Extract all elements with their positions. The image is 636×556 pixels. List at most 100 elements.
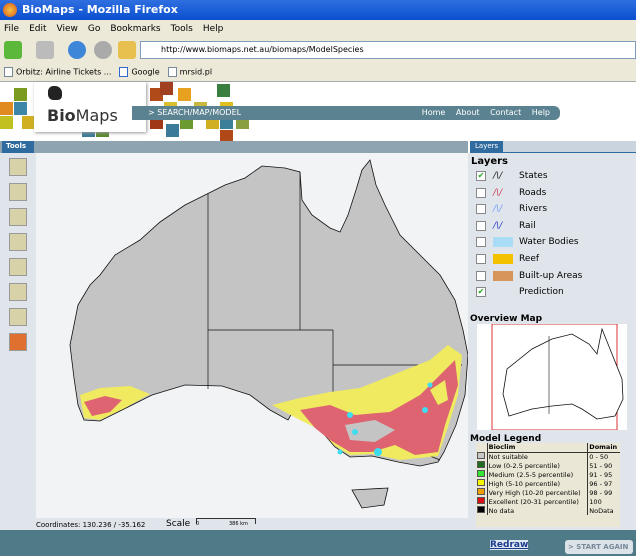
legend-domain: 98 - 99 — [587, 488, 620, 497]
tab-layers[interactable]: Layers — [470, 141, 504, 152]
scale-label: Scale — [166, 519, 191, 529]
overview-heading: Overview Map — [470, 314, 543, 324]
stop-icon[interactable] — [94, 41, 112, 59]
legend-row: Low (0-2.5 percentile) 51 - 90 — [476, 461, 620, 470]
legend-domain: 51 - 90 — [587, 461, 620, 470]
line-symbol-icon: /\/ — [493, 187, 503, 198]
line-symbol-icon: /\/ — [493, 171, 503, 181]
menu-tools[interactable]: Tools — [171, 24, 193, 34]
menu-bookmarks[interactable]: Bookmarks — [110, 24, 160, 34]
query-icon[interactable] — [9, 258, 27, 276]
layer-checkbox[interactable]: ✔ — [476, 287, 486, 298]
legend-swatch — [477, 452, 485, 459]
layers-heading: Layers — [471, 156, 508, 167]
legend-row: Medium (2.5-5 percentile) 91 - 95 — [476, 470, 620, 479]
legend-swatch — [477, 488, 485, 495]
nav-contact[interactable]: Contact — [490, 108, 521, 117]
section-label: > SEARCH/MAP/MODEL — [148, 108, 242, 117]
scale-max: 386 km — [229, 521, 248, 527]
bookmark-label: mrsid.pl — [179, 67, 213, 77]
legend-row: Very High (10-20 percentile) 98 - 99 — [476, 488, 620, 497]
layer-checkbox[interactable] — [476, 187, 486, 198]
bookmark-google[interactable]: Google — [119, 67, 160, 77]
redraw-link[interactable]: Redraw — [490, 540, 529, 550]
fill-symbol-icon — [493, 270, 513, 281]
layer-item[interactable]: /\/ Rail — [476, 220, 536, 231]
legend-label: Medium (2.5-5 percentile) — [486, 470, 588, 479]
layer-item[interactable]: Reef — [476, 254, 539, 264]
identify-icon[interactable] — [9, 233, 27, 251]
menu-help[interactable]: Help — [203, 24, 224, 34]
legend-swatch — [477, 470, 485, 477]
map-status-bar: Coordinates: 130.236 / -35.162 Scale 0 3… — [36, 518, 468, 530]
legend-domain: 91 - 95 — [587, 470, 620, 479]
layer-item[interactable]: Water Bodies — [476, 237, 579, 248]
zoom-out-icon[interactable] — [9, 183, 27, 201]
coordinates-readout: Coordinates: 130.236 / -35.162 — [36, 521, 146, 529]
legend-swatch — [477, 506, 485, 513]
menu-bar: File Edit View Go Bookmarks Tools Help — [0, 20, 636, 38]
clear-icon[interactable] — [9, 308, 27, 326]
layer-checkbox[interactable]: ✔ — [476, 171, 486, 181]
nav-help[interactable]: Help — [532, 108, 550, 117]
legend-domain: 100 — [587, 497, 620, 506]
nav-home[interactable]: Home — [422, 108, 446, 117]
fill-symbol-icon — [493, 287, 513, 297]
legend-row: Not suitable 0 - 50 — [476, 452, 620, 461]
legend-row: No data NoData — [476, 506, 620, 515]
legend-domain: 96 - 97 — [587, 479, 620, 488]
start-again-button[interactable]: > START AGAIN — [565, 540, 633, 554]
firefox-icon — [3, 3, 17, 17]
layer-label: States — [519, 171, 548, 181]
bookmarks-toolbar: Orbitz: Airline Tickets ... Google mrsid… — [0, 62, 636, 82]
layer-checkbox[interactable] — [476, 237, 486, 248]
tab-label: Tools — [6, 142, 27, 150]
layer-label: Rivers — [519, 204, 548, 215]
legend-label: Not suitable — [486, 452, 588, 461]
layer-item[interactable]: Built-up Areas — [476, 270, 583, 281]
menu-go[interactable]: Go — [88, 24, 100, 34]
bookmark-orbitz[interactable]: Orbitz: Airline Tickets ... — [4, 67, 111, 77]
site-nav: Home About Contact Help — [414, 108, 550, 117]
legend-label: No data — [486, 506, 588, 515]
url-bar[interactable]: http://www.biomaps.net.au/biomaps/ModelS… — [140, 41, 636, 59]
layer-checkbox[interactable] — [476, 254, 486, 264]
layer-label: Water Bodies — [519, 237, 579, 248]
zoom-in-icon[interactable] — [9, 158, 27, 176]
layer-item[interactable]: ✔ /\/ States — [476, 171, 548, 181]
layer-item[interactable]: /\/ Rivers — [476, 204, 548, 215]
layer-checkbox[interactable] — [476, 270, 486, 281]
measure-icon[interactable] — [9, 283, 27, 301]
fill-symbol-icon — [493, 254, 513, 264]
legend-label: Excellent (20-31 percentile) — [486, 497, 588, 506]
scale-min: 0 — [196, 521, 200, 527]
map-view[interactable] — [36, 153, 469, 518]
legend-label: Low (0-2.5 percentile) — [486, 461, 588, 470]
full-extent-australia-icon[interactable] — [9, 333, 27, 351]
forward-arrow-icon[interactable] — [36, 41, 54, 59]
url-text: http://www.biomaps.net.au/biomaps/ModelS… — [161, 45, 364, 54]
nav-about[interactable]: About — [456, 108, 480, 117]
layer-label: Built-up Areas — [519, 270, 583, 281]
pan-hand-icon[interactable] — [9, 208, 27, 226]
tasmania — [351, 487, 389, 509]
logo-text-light: Maps — [75, 106, 118, 125]
menu-edit[interactable]: Edit — [29, 24, 46, 34]
layer-item[interactable]: /\/ Roads — [476, 187, 546, 198]
menu-file[interactable]: File — [4, 24, 19, 34]
tools-bar — [0, 141, 468, 153]
window-title: BioMaps - Mozilla Firefox — [22, 3, 178, 16]
menu-view[interactable]: View — [57, 24, 78, 34]
bookmark-mrsid[interactable]: mrsid.pl — [167, 67, 213, 77]
bookmark-label: Google — [131, 67, 160, 77]
overview-map[interactable] — [477, 323, 627, 431]
window-title-bar: BioMaps - Mozilla Firefox — [0, 0, 636, 20]
layer-item[interactable]: ✔ Prediction — [476, 287, 564, 298]
tab-tools[interactable]: Tools — [2, 141, 34, 153]
back-arrow-icon[interactable] — [4, 41, 22, 59]
reload-icon[interactable] — [68, 41, 86, 59]
layer-checkbox[interactable] — [476, 220, 486, 231]
layer-checkbox[interactable] — [476, 204, 486, 215]
home-icon[interactable] — [118, 41, 136, 59]
legend-swatch — [477, 461, 485, 468]
